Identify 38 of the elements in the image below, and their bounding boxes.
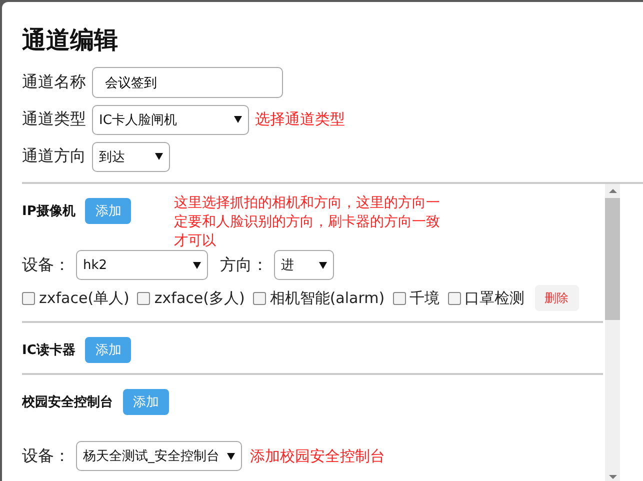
dropdown-arrow-icon (193, 262, 201, 268)
annotation-text: 这里选择抓拍的相机和方向，这里的方向一定要和人脸识别的方向，刷卡器的方向一致才可以 (174, 194, 441, 251)
checkbox-label: 相机智能(alarm) (270, 288, 385, 308)
device-label: 设备： (22, 446, 70, 466)
section-title: IP摄像机 (22, 203, 76, 220)
scrollbar[interactable] (605, 184, 620, 481)
device-label: 设备： (22, 254, 70, 276)
direction-label: 方向： (220, 254, 268, 276)
section-title: IC读卡器 (22, 342, 76, 359)
device-select[interactable]: 杨天全测试_安全控制台 (76, 441, 242, 471)
scrollbar-thumb[interactable] (605, 198, 620, 320)
field-label: 通道类型 (22, 109, 87, 130)
checkbox[interactable] (252, 292, 266, 304)
scroll-up-arrow-icon[interactable] (608, 189, 616, 193)
dropdown-arrow-icon (234, 116, 242, 123)
select-dropdown[interactable]: IC卡人脸闸机 (92, 104, 249, 134)
direction-select[interactable]: 进 (274, 250, 334, 280)
select-dropdown[interactable]: 到达 (92, 142, 170, 172)
device-select[interactable]: hk2 (76, 250, 208, 280)
dropdown-arrow-icon (227, 452, 235, 460)
dialog-title: 通道编辑 (22, 25, 119, 56)
checkbox-label: zxface(多人) (154, 288, 245, 308)
checkbox[interactable] (392, 292, 406, 304)
checkbox-label: 口罩检测 (464, 288, 525, 308)
name-input-field[interactable]: 会议签到 (92, 67, 283, 98)
dropdown-arrow-icon (155, 153, 163, 160)
checkbox[interactable] (448, 292, 461, 304)
field-label: 通道名称 (22, 72, 87, 93)
checkbox[interactable] (22, 292, 35, 304)
hint-text: 选择通道类型 (255, 110, 345, 129)
checkbox[interactable] (137, 292, 150, 304)
dropdown-arrow-icon (319, 262, 327, 268)
checkbox-label: zxface(单人) (39, 288, 130, 308)
checkbox-label: 千境 (410, 288, 440, 308)
hint-text: 添加校园安全控制台 (250, 446, 385, 466)
field-label: 通道方向 (22, 146, 87, 167)
scroll-down-arrow-icon[interactable] (608, 475, 616, 479)
delete-button[interactable]: 删除 (534, 285, 579, 311)
